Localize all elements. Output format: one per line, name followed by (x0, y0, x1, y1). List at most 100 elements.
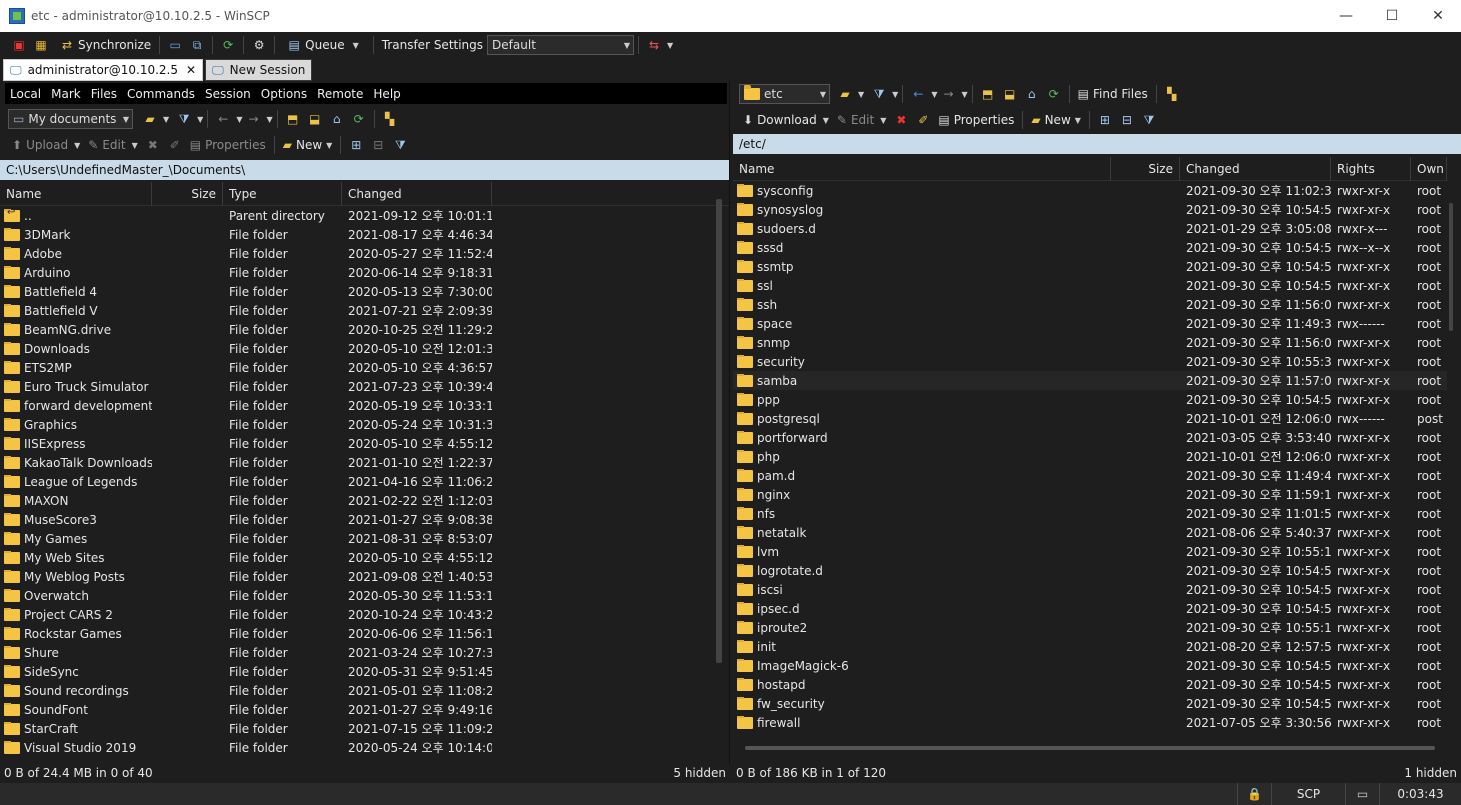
preferences-gear-icon[interactable]: ⚙ (250, 36, 268, 54)
table-row[interactable]: MuseScore3 File folder 2021-01-27 오후 9:08:… (0, 510, 729, 529)
chevron-down-icon[interactable]: ▼ (197, 115, 203, 124)
remote-path-bar[interactable]: /etc/ (733, 134, 1461, 154)
menu-help[interactable]: Help (368, 87, 405, 101)
table-row[interactable]: portforward 2021-03-05 오후 3:53:40 rwxr-xr-… (733, 428, 1447, 447)
menu-local[interactable]: Local (5, 87, 46, 101)
remote-vertical-scrollbar[interactable] (1449, 203, 1453, 331)
back-arrow-icon[interactable]: ← (214, 110, 232, 128)
table-row[interactable]: StarCraft File folder 2021-07-15 오후 11:09:… (0, 719, 729, 738)
menu-mark[interactable]: Mark (46, 87, 86, 101)
filter-icon[interactable]: ⧩ (175, 110, 193, 128)
column-name[interactable]: Name (733, 157, 1111, 181)
synchronize-button[interactable]: ⇄ Synchronize (52, 34, 155, 56)
column-owner[interactable]: Own (1411, 157, 1447, 181)
menu-session[interactable]: Session (200, 87, 256, 101)
column-name[interactable]: Name (0, 182, 152, 206)
open-folder-icon[interactable]: ▰ (836, 85, 854, 103)
table-row[interactable]: logrotate.d 2021-09-30 오후 10:54:50 rwxr-xr… (733, 561, 1447, 580)
minimize-button[interactable]: — (1323, 0, 1369, 32)
table-row[interactable]: MAXON File folder 2021-02-22 오전 1:12:03 (0, 491, 729, 510)
local-status-hidden[interactable]: 5 hidden (673, 766, 726, 780)
table-row[interactable]: Battlefield V File folder 2021-07-21 오후 2:… (0, 301, 729, 320)
local-properties-button[interactable]: ▤ Properties (186, 134, 270, 156)
queue-button[interactable]: ▤ Queue ▼ (279, 34, 363, 56)
parent-directory-icon[interactable]: ⬒ (979, 85, 997, 103)
local-new-button[interactable]: ▰ New ▼ (279, 134, 337, 156)
lock-icon[interactable]: 🔒 (1237, 783, 1271, 805)
table-row[interactable]: hostapd 2021-09-30 오후 10:54:50 rwxr-xr-x ro… (733, 675, 1447, 694)
root-directory-icon[interactable]: ⬓ (306, 110, 324, 128)
column-changed[interactable]: Changed (342, 182, 492, 206)
table-row[interactable]: 3DMark File folder 2021-08-17 오후 4:46:34 (0, 225, 729, 244)
open-folder-icon[interactable]: ▰ (141, 110, 159, 128)
chevron-down-icon[interactable]: ▼ (931, 90, 937, 99)
table-row[interactable]: ETS2MP File folder 2020-05-10 오후 4:36:57 (0, 358, 729, 377)
table-row[interactable]: Euro Truck Simulator 2 File folder 2021-07… (0, 377, 729, 396)
table-row[interactable]: pam.d 2021-09-30 오후 11:49:45 rwxr-xr-x root (733, 466, 1447, 485)
table-row[interactable]: postgresql 2021-10-01 오전 12:06:05 rwx-----… (733, 409, 1447, 428)
unselect-all-icon[interactable]: ⊟ (369, 136, 387, 154)
parent-directory-icon[interactable]: ⬒ (284, 110, 302, 128)
local-location-select[interactable]: ▭ My documents ▼ (8, 109, 133, 129)
find-folders-icon[interactable]: ▚ (381, 110, 399, 128)
local-path-bar[interactable]: C:\Users\UndefinedMaster_\Documents\ (0, 160, 729, 180)
table-row[interactable]: synosyslog 2021-09-30 오후 10:54:50 rwxr-xr-… (733, 200, 1447, 219)
refresh-icon[interactable]: ⟳ (219, 36, 237, 54)
table-row[interactable]: fw_security 2021-09-30 오후 10:54:50 rwxr-xr… (733, 694, 1447, 713)
table-row[interactable]: security 2021-09-30 오후 10:55:31 rwxr-xr-x r… (733, 352, 1447, 371)
table-row[interactable]: init 2021-08-20 오후 12:57:58 rwxr-xr-x root (733, 637, 1447, 656)
tab-session-administrator[interactable]: 🖵 administrator@10.10.2.5 ✕ (3, 59, 204, 81)
putty-icon[interactable]: ⧉ (188, 36, 206, 54)
table-row[interactable]: BeamNG.drive File folder 2020-10-25 오전 11:… (0, 320, 729, 339)
table-row[interactable]: IISExpress File folder 2020-05-10 오후 4:55:… (0, 434, 729, 453)
table-row[interactable]: Sound recordings File folder 2021-05-01 오후… (0, 681, 729, 700)
remote-location-select[interactable]: etc ▼ (739, 84, 830, 104)
chevron-down-icon[interactable]: ▼ (858, 90, 864, 99)
refresh-icon[interactable]: ⟳ (1045, 85, 1063, 103)
table-row[interactable]: ImageMagick-6 2021-09-30 오후 10:54:50 rwxr-… (733, 656, 1447, 675)
table-row[interactable]: Overwatch File folder 2020-05-30 오후 11:53:… (0, 586, 729, 605)
menu-options[interactable]: Options (256, 87, 312, 101)
chevron-down-icon[interactable]: ▼ (163, 115, 169, 124)
table-row[interactable]: Arduino File folder 2020-06-14 오후 9:18:31 (0, 263, 729, 282)
table-row[interactable]: Adobe File folder 2020-05-27 오후 11:52:42 (0, 244, 729, 263)
table-row[interactable]: ppp 2021-09-30 오후 10:54:55 rwxr-xr-x root (733, 390, 1447, 409)
table-row[interactable]: Graphics File folder 2020-05-24 오후 10:31:3… (0, 415, 729, 434)
tab-new-session[interactable]: 🖵 New Session (205, 59, 313, 81)
table-row[interactable]: Shure File folder 2021-03-24 오후 10:27:32 (0, 643, 729, 662)
transfer-preset-icon[interactable]: ⇆ (645, 36, 663, 54)
remote-status-hidden[interactable]: 1 hidden (1404, 766, 1457, 780)
maximize-button[interactable]: ☐ (1369, 0, 1415, 32)
home-icon[interactable]: ⌂ (328, 110, 346, 128)
column-changed[interactable]: Changed (1180, 157, 1331, 181)
back-arrow-icon[interactable]: ← (909, 85, 927, 103)
refresh-icon[interactable]: ⟳ (350, 110, 368, 128)
table-row[interactable]: ssl 2021-09-30 오후 10:54:50 rwxr-xr-x root (733, 276, 1447, 295)
chevron-down-icon[interactable]: ▼ (236, 115, 242, 124)
table-row[interactable]: ipsec.d 2021-09-30 오후 10:54:50 rwxr-xr-x ro… (733, 599, 1447, 618)
table-row[interactable]: ssh 2021-09-30 오후 11:56:06 rwxr-xr-x root (733, 295, 1447, 314)
select-all-icon[interactable]: ⊞ (1096, 111, 1114, 129)
close-icon[interactable]: ✕ (186, 63, 196, 77)
remote-edit-button[interactable]: ✎ Edit ▼ (833, 109, 890, 131)
table-row[interactable]: snmp 2021-09-30 오후 11:56:06 rwxr-xr-x root (733, 333, 1447, 352)
column-size[interactable]: Size (1111, 157, 1180, 181)
table-row[interactable]: php 2021-10-01 오전 12:06:05 rwxr-xr-x root (733, 447, 1447, 466)
menu-remote[interactable]: Remote (312, 87, 368, 101)
filter-icon[interactable]: ⧩ (870, 85, 888, 103)
table-row[interactable]: forward development File folder 2020-05-19… (0, 396, 729, 415)
transfer-settings-select[interactable]: Default ▼ (487, 35, 635, 55)
menu-files[interactable]: Files (86, 87, 122, 101)
filter-select-icon[interactable]: ⧩ (391, 136, 409, 154)
table-row[interactable]: sysconfig 2021-09-30 오후 11:02:34 rwxr-xr-x… (733, 181, 1447, 200)
table-row[interactable]: League of Legends File folder 2021-04-16 오… (0, 472, 729, 491)
forward-arrow-icon[interactable]: → (939, 85, 957, 103)
table-row[interactable]: nfs 2021-09-30 오후 11:01:59 rwxr-xr-x root (733, 504, 1447, 523)
find-files-button[interactable]: ▤ Find Files (1074, 83, 1152, 105)
table-row[interactable]: Battlefield 4 File folder 2020-05-13 오후 7:… (0, 282, 729, 301)
connection-icon[interactable]: ▭ (1345, 783, 1379, 805)
chevron-down-icon[interactable]: ▼ (266, 115, 272, 124)
table-row[interactable]: ssmtp 2021-09-30 오후 10:54:50 rwxr-xr-x root (733, 257, 1447, 276)
synchronize-browsing-icon[interactable]: ▦ (32, 36, 50, 54)
table-row[interactable]: My Weblog Posts File folder 2021-09-08 오전 … (0, 567, 729, 586)
